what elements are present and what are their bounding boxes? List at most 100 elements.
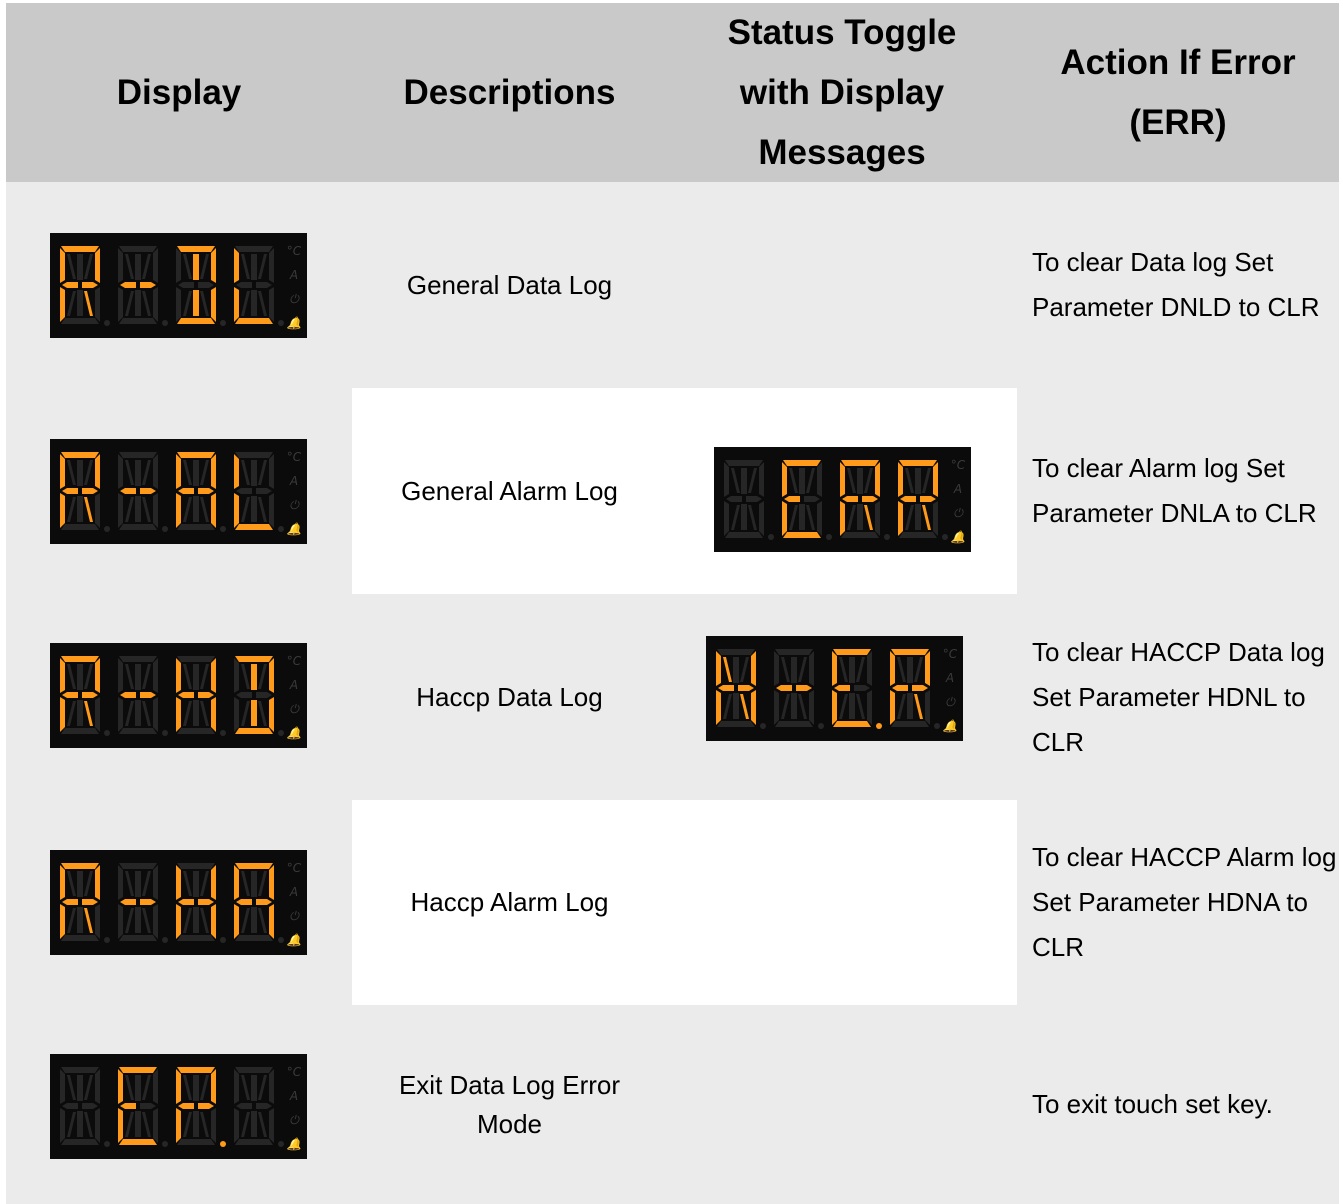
description-cell: General Data Log bbox=[352, 182, 667, 388]
indicator-label: ⏻ bbox=[945, 695, 956, 709]
segment-c bbox=[211, 697, 216, 732]
segment-i bbox=[77, 664, 83, 690]
display-cell: °C A ⏻ 🔔 bbox=[6, 388, 352, 594]
segment-f bbox=[176, 454, 181, 489]
segment-i bbox=[251, 254, 257, 280]
digit-1 bbox=[118, 1067, 168, 1147]
decimal-point bbox=[278, 1141, 284, 1147]
segment-c bbox=[153, 287, 158, 322]
segment-l bbox=[907, 693, 913, 719]
segment-f bbox=[118, 454, 123, 489]
segment-d bbox=[61, 524, 99, 530]
digit-3 bbox=[234, 452, 284, 532]
segment-b bbox=[875, 462, 880, 497]
digit-3 bbox=[234, 656, 284, 736]
digit-3 bbox=[898, 460, 948, 540]
digit-3 bbox=[234, 1067, 284, 1147]
segment-j bbox=[142, 254, 151, 279]
digit-1 bbox=[118, 656, 168, 736]
segment-l bbox=[799, 504, 805, 530]
segment-m bbox=[914, 694, 923, 719]
segment-h bbox=[125, 1075, 134, 1100]
segment-d bbox=[177, 1139, 215, 1145]
segment-m bbox=[258, 908, 267, 933]
indicator-label: A bbox=[945, 671, 954, 685]
segment-a bbox=[119, 1067, 157, 1073]
segment-display-graphic: °C A ⏻ 🔔 bbox=[60, 244, 304, 330]
indicator-label: 🔔 bbox=[287, 933, 304, 947]
segment-h bbox=[125, 254, 134, 279]
indicator-label: A bbox=[289, 1089, 298, 1103]
segment-f bbox=[840, 462, 845, 497]
description-text: Haccp Data Log bbox=[416, 681, 603, 712]
segment-e bbox=[60, 287, 65, 322]
segment-i bbox=[857, 468, 863, 494]
digit-0 bbox=[60, 863, 110, 943]
segment-c bbox=[867, 690, 872, 725]
segment-g2 bbox=[82, 692, 98, 698]
segment-e bbox=[118, 287, 123, 322]
indicator-label: 🔔 bbox=[951, 530, 968, 544]
segment-e bbox=[176, 1108, 181, 1143]
segment-c bbox=[269, 1108, 274, 1143]
digit-3 bbox=[234, 863, 284, 943]
digit-2 bbox=[176, 1067, 226, 1147]
segment-f bbox=[176, 248, 181, 283]
segment-f bbox=[890, 651, 895, 686]
segment-l bbox=[77, 700, 83, 726]
action-text: To clear HACCP Data log Set Parameter HD… bbox=[1032, 636, 1325, 757]
segment-h bbox=[839, 657, 848, 682]
action-cell: To clear HACCP Alarm log Set Parameter H… bbox=[1017, 800, 1339, 1005]
segment-k bbox=[125, 291, 134, 316]
segment-i bbox=[251, 1075, 257, 1101]
decimal-point bbox=[162, 937, 168, 943]
digit-2 bbox=[176, 246, 226, 326]
segment-j bbox=[142, 1075, 151, 1100]
segment-l bbox=[77, 290, 83, 316]
decimal-point bbox=[768, 534, 774, 540]
segment-d bbox=[177, 935, 215, 941]
segment-k bbox=[67, 701, 76, 726]
segment-g2 bbox=[912, 685, 928, 691]
segment-m bbox=[84, 291, 93, 316]
action-text: To clear Data log Set Parameter DNLD to … bbox=[1032, 247, 1320, 322]
decimal-point bbox=[826, 534, 832, 540]
segment-h bbox=[183, 460, 192, 485]
segment-k bbox=[183, 291, 192, 316]
segment-f bbox=[716, 651, 721, 686]
segment-g1 bbox=[892, 685, 908, 691]
segment-d bbox=[775, 721, 813, 727]
segment-a bbox=[177, 863, 215, 869]
lcd-display: °C A ⏻ 🔔 bbox=[50, 233, 307, 338]
segment-g1 bbox=[236, 1103, 252, 1109]
segment-g2 bbox=[256, 899, 272, 905]
segment-a bbox=[833, 649, 871, 655]
segment-k bbox=[241, 908, 250, 933]
segment-j bbox=[258, 871, 267, 896]
segment-g1 bbox=[178, 488, 194, 494]
segment-m bbox=[200, 1112, 209, 1137]
table-row: °C A ⏻ 🔔 Haccp Data Log To clear HACCP Data… bbox=[6, 594, 1339, 800]
description-text: Haccp Alarm Log bbox=[410, 887, 609, 917]
segment-d bbox=[119, 935, 157, 941]
description-cell: Exit Data Log Error Mode bbox=[352, 1005, 667, 1204]
segment-c bbox=[875, 501, 880, 536]
indicator-label: ⏻ bbox=[289, 702, 300, 716]
segment-g1 bbox=[178, 692, 194, 698]
segment-h bbox=[67, 254, 76, 279]
segment-g1 bbox=[236, 899, 252, 905]
segment-l bbox=[193, 907, 199, 933]
segment-d bbox=[235, 728, 273, 734]
segment-g2 bbox=[256, 488, 272, 494]
segment-d bbox=[177, 728, 215, 734]
status-lcd-display: °C A ⏻ 🔔 bbox=[714, 447, 971, 552]
segment-k bbox=[67, 908, 76, 933]
segment-g2 bbox=[82, 1103, 98, 1109]
indicator-label: ⏻ bbox=[289, 498, 300, 512]
indicator-label: °C bbox=[287, 654, 302, 668]
segment-e bbox=[176, 493, 181, 528]
segment-j bbox=[84, 871, 93, 896]
segment-j bbox=[856, 657, 865, 682]
table-header: Display Descriptions Status Toggle with … bbox=[6, 3, 1339, 182]
segment-e bbox=[118, 493, 123, 528]
